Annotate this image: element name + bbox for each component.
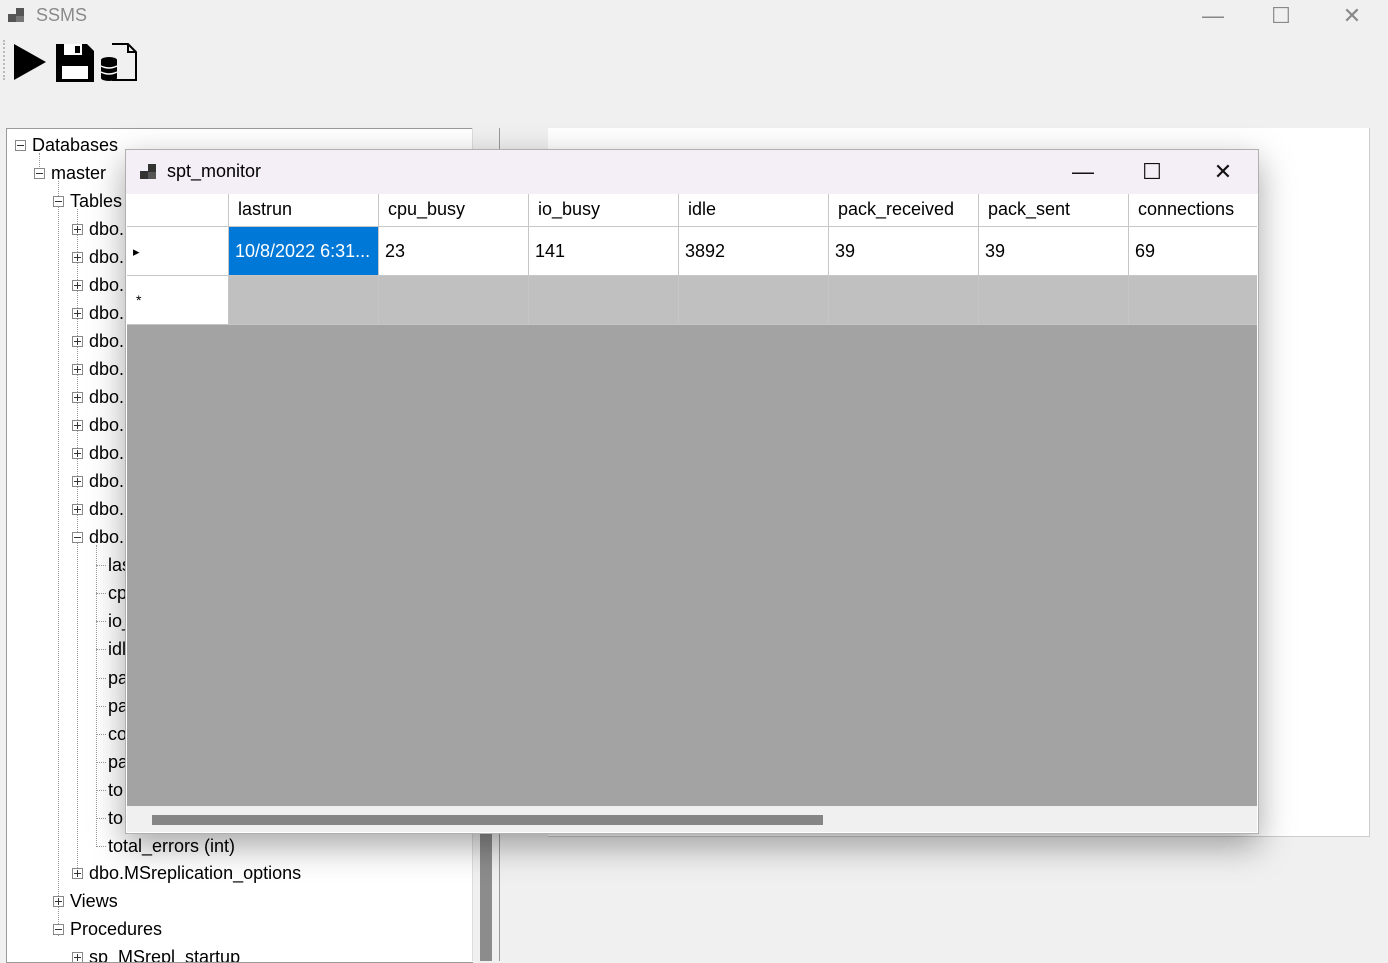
expand-icon[interactable] xyxy=(72,448,83,459)
column-header-lastrun[interactable]: lastrun xyxy=(229,194,379,227)
scrollbar-thumb[interactable] xyxy=(480,828,492,961)
expand-icon[interactable] xyxy=(72,280,83,291)
app-titlebar: SSMS — ☐ ✕ xyxy=(0,0,1388,36)
grid-cell-io-busy[interactable]: 141 xyxy=(529,227,679,276)
expand-icon[interactable] xyxy=(72,252,83,263)
tree-node-table[interactable]: dbo. xyxy=(89,411,124,439)
column-header-pack-sent[interactable]: pack_sent xyxy=(979,194,1129,227)
tree-node-table[interactable]: dbo. xyxy=(89,243,124,271)
tree-node-databases[interactable]: Databases xyxy=(32,131,118,159)
tree-node-table[interactable]: dbo. xyxy=(89,495,124,523)
app-title: SSMS xyxy=(36,5,88,25)
tree-node-table[interactable]: dbo. xyxy=(89,271,124,299)
grid-cell-cpu-busy[interactable]: 23 xyxy=(379,227,529,276)
save-button[interactable] xyxy=(55,40,95,84)
child-minimize-button[interactable]: — xyxy=(1060,156,1106,188)
grid-new-cell[interactable] xyxy=(829,276,979,325)
new-query-button[interactable] xyxy=(100,40,140,84)
toolbar-grip[interactable] xyxy=(3,40,8,80)
collapse-icon[interactable] xyxy=(15,140,26,151)
tree-node-table[interactable]: dbo. xyxy=(89,355,124,383)
row-indicator-icon[interactable]: ▸ xyxy=(127,227,229,276)
data-grid[interactable]: lastrun cpu_busy io_busy idle pack_recei… xyxy=(127,194,1257,806)
expand-icon[interactable] xyxy=(72,224,83,235)
app-window-icon xyxy=(8,6,28,26)
expand-icon[interactable] xyxy=(72,392,83,403)
column-header-cpu-busy[interactable]: cpu_busy xyxy=(379,194,529,227)
grid-cell-lastrun[interactable]: 10/8/2022 6:31... xyxy=(229,227,379,276)
expand-icon[interactable] xyxy=(72,504,83,515)
grid-new-cell[interactable] xyxy=(379,276,529,325)
expand-icon[interactable] xyxy=(72,868,83,879)
expand-icon[interactable] xyxy=(72,420,83,431)
expand-icon[interactable] xyxy=(72,476,83,487)
grid-cell-idle[interactable]: 3892 xyxy=(679,227,829,276)
column-header-pack-received[interactable]: pack_received xyxy=(829,194,979,227)
expand-icon[interactable] xyxy=(72,336,83,347)
expand-icon[interactable] xyxy=(72,952,83,962)
tree-node-table[interactable]: dbo. xyxy=(89,327,124,355)
collapse-icon[interactable] xyxy=(53,924,64,935)
window-icon xyxy=(140,164,158,180)
tree-node-procedures[interactable]: Procedures xyxy=(70,915,162,943)
close-button[interactable]: ✕ xyxy=(1329,0,1375,32)
grid-new-cell[interactable] xyxy=(979,276,1129,325)
child-maximize-button[interactable]: ☐ xyxy=(1129,156,1175,188)
new-row-indicator-icon[interactable]: * xyxy=(127,276,229,325)
expand-icon[interactable] xyxy=(72,308,83,319)
toolbar xyxy=(0,36,1388,90)
column-header-idle[interactable]: idle xyxy=(679,194,829,227)
database-document-icon xyxy=(100,43,137,81)
child-window-title: spt_monitor xyxy=(167,161,262,181)
child-close-button[interactable]: ✕ xyxy=(1200,156,1246,188)
collapse-icon[interactable] xyxy=(34,168,45,179)
tree-node-table[interactable]: dbo. xyxy=(89,467,124,495)
run-button[interactable] xyxy=(12,40,52,84)
save-icon xyxy=(56,44,94,82)
tree-node-tables[interactable]: Tables xyxy=(70,187,122,215)
tree-node-table[interactable]: dbo. xyxy=(89,439,124,467)
spt-monitor-window: spt_monitor — ☐ ✕ lastrun cpu_busy io_bu… xyxy=(125,149,1259,834)
column-header-io-busy[interactable]: io_busy xyxy=(529,194,679,227)
tree-node-msreplication-options[interactable]: dbo.MSreplication_options xyxy=(89,859,301,887)
column-header-connections[interactable]: connections xyxy=(1129,194,1257,227)
child-titlebar[interactable]: spt_monitor — ☐ ✕ xyxy=(126,150,1258,194)
play-icon xyxy=(14,44,46,80)
tree-node-views[interactable]: Views xyxy=(70,887,118,915)
tree-node-spt-monitor[interactable]: dbo. xyxy=(89,523,124,551)
grid-new-cell[interactable] xyxy=(529,276,679,325)
tree-node-column[interactable]: total_errors (int) xyxy=(108,832,235,860)
tree-node-procedure[interactable]: sp_MSrepl_startup xyxy=(89,943,240,962)
tree-node-table[interactable]: dbo. xyxy=(89,383,124,411)
tree-node-column[interactable]: idl xyxy=(108,635,126,663)
grid-new-cell[interactable] xyxy=(679,276,829,325)
expand-icon[interactable] xyxy=(53,896,64,907)
grid-cell-pack-received[interactable]: 39 xyxy=(829,227,979,276)
grid-cell-connections[interactable]: 69 xyxy=(1129,227,1257,276)
grid-new-cell[interactable] xyxy=(229,276,379,325)
minimize-button[interactable]: — xyxy=(1190,0,1236,32)
tree-node-column[interactable]: to xyxy=(108,776,123,804)
grid-horizontal-scrollbar[interactable] xyxy=(127,806,1257,832)
grid-corner-header[interactable] xyxy=(127,194,229,227)
collapse-icon[interactable] xyxy=(53,196,64,207)
tree-node-master[interactable]: master xyxy=(51,159,106,187)
tree-node-column[interactable]: to xyxy=(108,804,123,832)
grid-cell-pack-sent[interactable]: 39 xyxy=(979,227,1129,276)
expand-icon[interactable] xyxy=(72,364,83,375)
collapse-icon[interactable] xyxy=(72,532,83,543)
tree-node-table[interactable]: dbo. xyxy=(89,215,124,243)
scrollbar-thumb[interactable] xyxy=(152,815,823,825)
tree-node-table[interactable]: dbo. xyxy=(89,299,124,327)
grid-new-cell[interactable] xyxy=(1129,276,1257,325)
maximize-button[interactable]: ☐ xyxy=(1258,0,1304,32)
